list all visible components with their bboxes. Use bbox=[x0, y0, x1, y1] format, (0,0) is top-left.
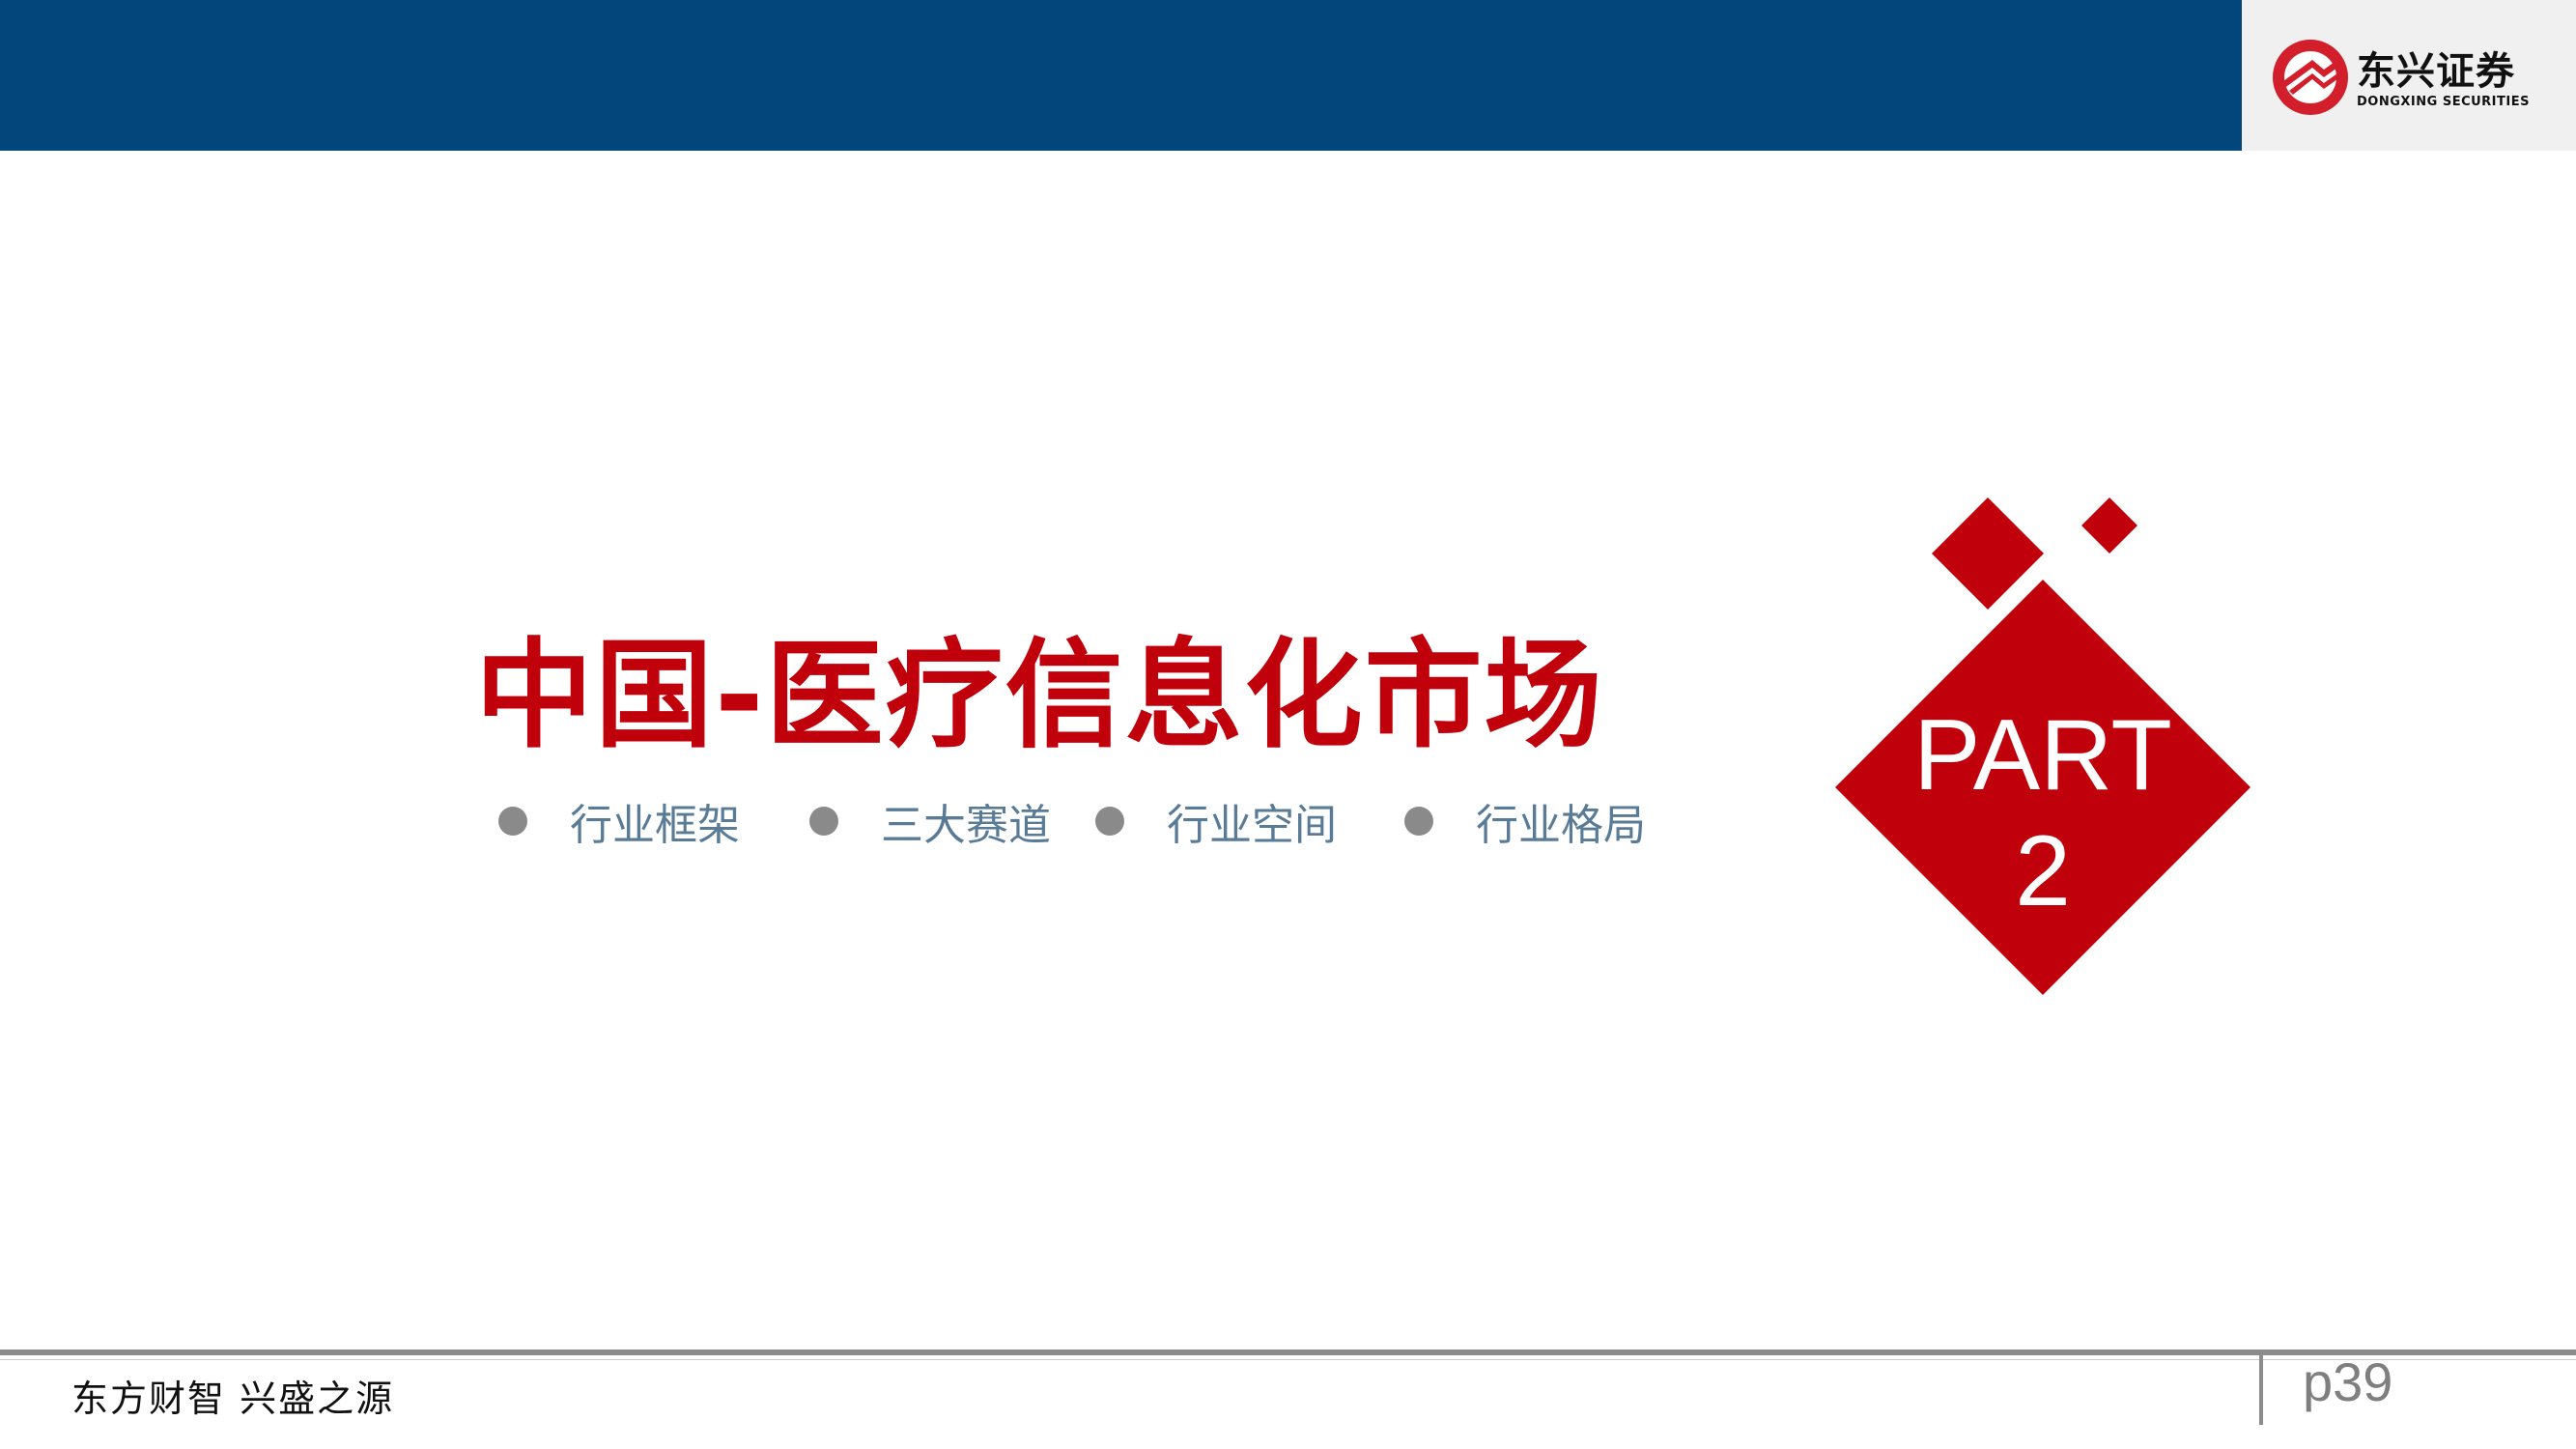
part-label: PART bbox=[1913, 699, 2172, 811]
bullet-dot-icon bbox=[1095, 807, 1124, 836]
header-bar bbox=[0, 0, 2242, 151]
part-number: 2 bbox=[2015, 815, 2071, 927]
footer-divider bbox=[2259, 1350, 2263, 1425]
dongxing-logo-icon bbox=[2273, 40, 2348, 115]
footer-rule bbox=[0, 1350, 2576, 1355]
topic-item: 三大赛道 bbox=[809, 792, 1051, 850]
footer-slogan: 东方财智 兴盛之源 bbox=[71, 1378, 395, 1420]
page-number: p39 bbox=[2303, 1351, 2393, 1412]
topic-label: 行业框架 bbox=[570, 801, 740, 850]
logo-name-cn: 东兴证券 bbox=[2357, 49, 2515, 94]
topic-label: 行业格局 bbox=[1476, 801, 1646, 850]
topic-item: 行业空间 bbox=[1095, 792, 1337, 850]
section-title: 中国-医疗信息化市场 bbox=[475, 627, 1604, 764]
topic-list: 行业框架 三大赛道 行业空间 行业格局 bbox=[498, 792, 1754, 850]
bullet-dot-icon bbox=[498, 807, 527, 836]
logo-name-en: DONGXING SECURITIES bbox=[2357, 95, 2530, 109]
topic-item: 行业格局 bbox=[1404, 792, 1646, 850]
footer-rule-thin bbox=[0, 1359, 2576, 1360]
topic-item: 行业框架 bbox=[498, 792, 740, 850]
bullet-dot-icon bbox=[809, 807, 838, 836]
tiny-diamond-decoration bbox=[2081, 497, 2137, 554]
topic-label: 行业空间 bbox=[1167, 801, 1337, 850]
topic-label: 三大赛道 bbox=[881, 801, 1051, 850]
bullet-dot-icon bbox=[1404, 807, 1433, 836]
